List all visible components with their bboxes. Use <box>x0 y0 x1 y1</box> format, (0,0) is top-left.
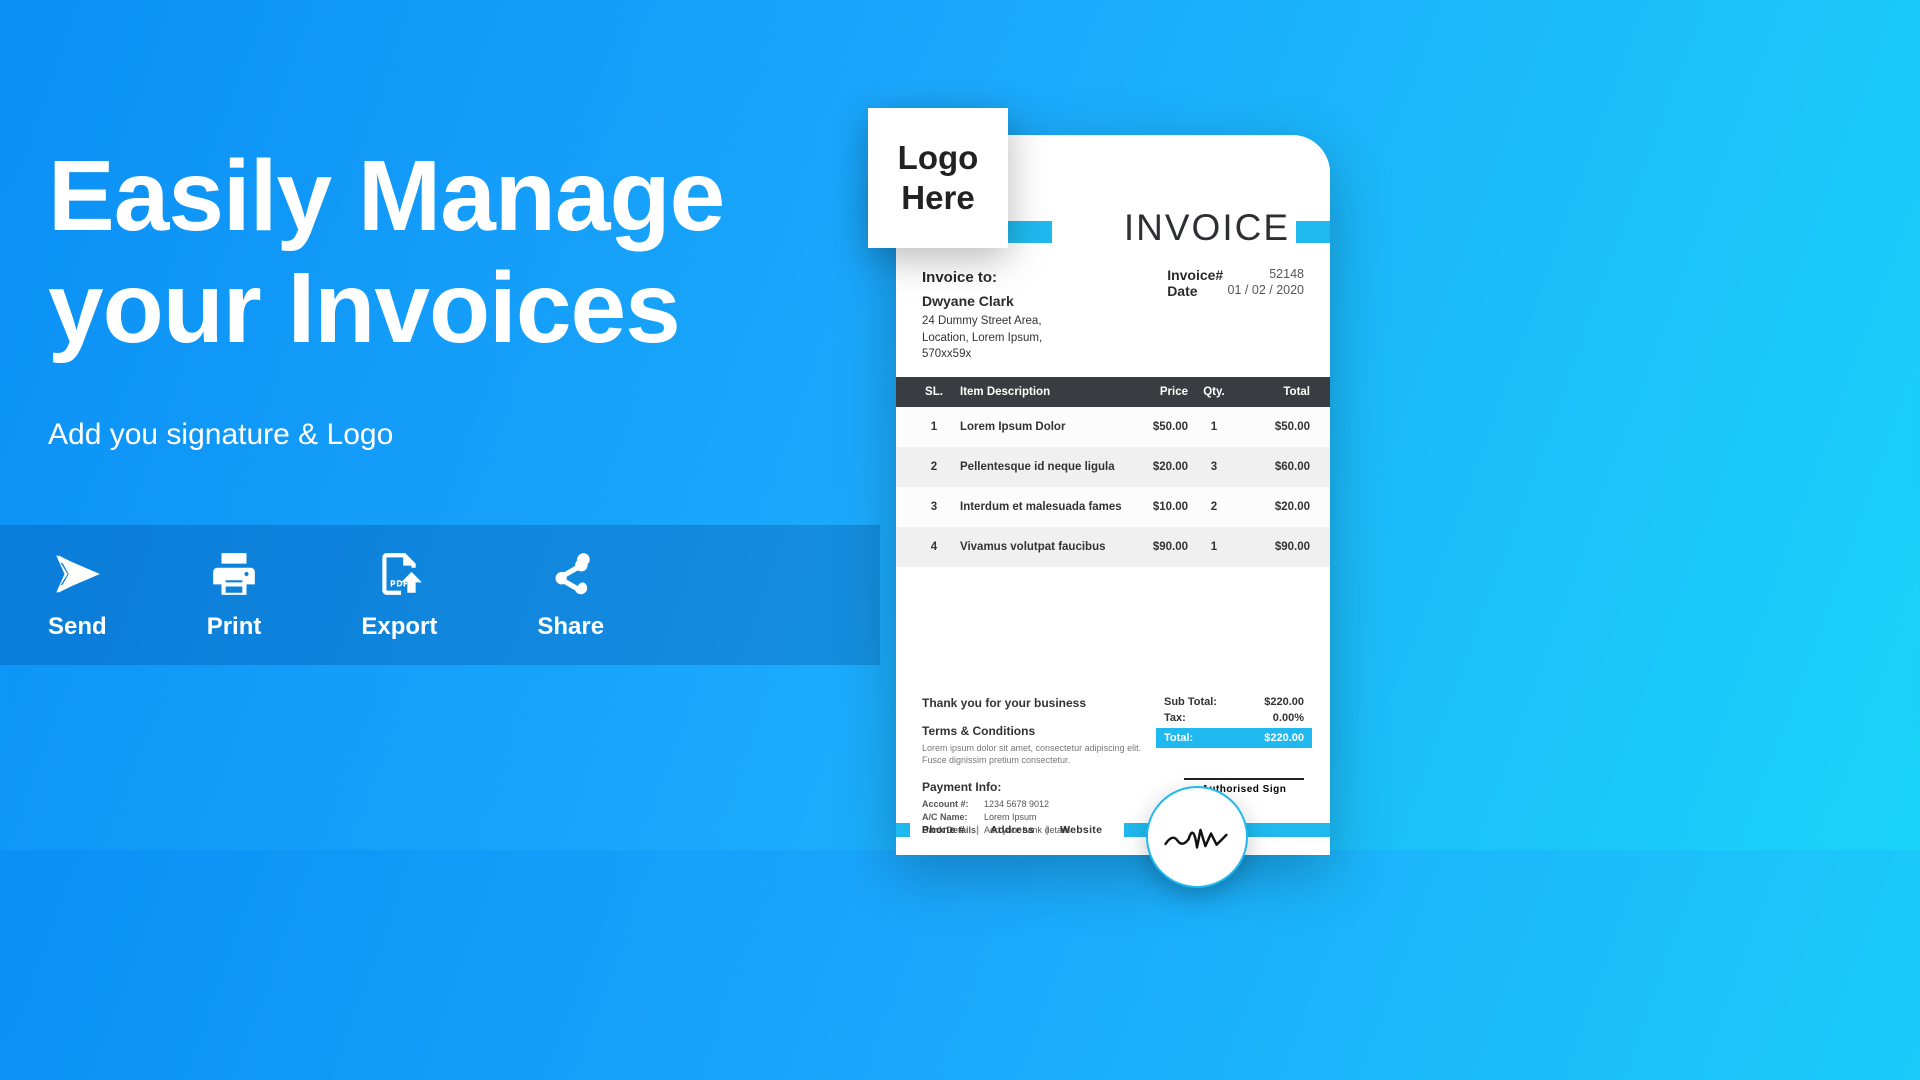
table-row: 1 Lorem Ipsum Dolor $50.00 1 $50.00 <box>896 407 1330 447</box>
share-label: Share <box>537 613 604 641</box>
signature-icon <box>1162 817 1232 857</box>
cell-qty: 1 <box>1188 541 1240 553</box>
headline-line-2: your Invoices <box>48 252 832 364</box>
cell-price: $10.00 <box>1124 501 1188 513</box>
invoice-bottom: Thank you for your business Terms & Cond… <box>896 682 1330 836</box>
signature-badge <box>1146 786 1248 888</box>
export-pdf-icon <box>374 549 424 599</box>
terms-text: Lorem ipsum dolor sit amet, consectetur … <box>922 742 1146 766</box>
footer-website: Website <box>1060 824 1102 836</box>
export-button[interactable]: Export <box>361 549 437 641</box>
payment-name-k: A/C Name: <box>922 811 984 824</box>
cell-sl: 1 <box>916 421 952 433</box>
cell-price: $50.00 <box>1124 421 1188 433</box>
cell-sl: 4 <box>916 541 952 553</box>
col-price: Price <box>1124 386 1188 398</box>
footer-address: Address <box>990 824 1034 836</box>
invoice-date-label: Date <box>1167 283 1197 299</box>
print-label: Print <box>207 613 262 641</box>
grand-total-bar: Total: $220.00 <box>1156 728 1312 748</box>
cell-desc: Interdum et malesuada fames <box>952 501 1124 513</box>
invoice-to-name: Dwyane Clark <box>922 291 1042 311</box>
share-button[interactable]: Share <box>537 549 604 641</box>
marketing-left-panel: Easily Manage your Invoices Add you sign… <box>0 0 880 452</box>
cell-price: $20.00 <box>1124 461 1188 473</box>
cell-qty: 1 <box>1188 421 1240 433</box>
footer-accent-left <box>896 823 910 837</box>
table-row: 3 Interdum et malesuada fames $10.00 2 $… <box>896 487 1330 527</box>
tax-label: Tax: <box>1164 712 1186 724</box>
cell-total: $90.00 <box>1240 541 1310 553</box>
header-accent-right <box>1296 221 1330 243</box>
invoice-number: 52148 <box>1269 267 1304 283</box>
cell-qty: 3 <box>1188 461 1240 473</box>
cell-qty: 2 <box>1188 501 1240 513</box>
bill-to-block: Invoice to: Dwyane Clark 24 Dummy Street… <box>922 267 1042 363</box>
col-total: Total <box>1240 386 1310 398</box>
cell-sl: 2 <box>916 461 952 473</box>
col-sl: SL. <box>916 386 952 398</box>
invoice-title: INVOICE <box>1124 207 1290 249</box>
thanks-text: Thank you for your business <box>922 696 1146 710</box>
invoice-footer: Phone # | Address | Website <box>896 823 1330 837</box>
total-value: $220.00 <box>1264 732 1304 744</box>
cell-total: $60.00 <box>1240 461 1310 473</box>
payment-account-v: 1234 5678 9012 <box>984 799 1049 809</box>
invoice-to-label: Invoice to: <box>922 267 1042 289</box>
footer-links: Phone # | Address | Website <box>910 824 1114 836</box>
logo-placeholder-card: Logo Here <box>868 108 1008 248</box>
subtotal-label: Sub Total: <box>1164 696 1217 708</box>
invoice-meta: Invoice to: Dwyane Clark 24 Dummy Street… <box>896 245 1330 377</box>
subtitle: Add you signature & Logo <box>48 418 832 452</box>
payment-name-v: Lorem Ipsum <box>984 812 1037 822</box>
invoice-ref-block: Invoice# 52148 Date 01 / 02 / 2020 <box>1167 267 1304 363</box>
subtotal-value: $220.00 <box>1264 696 1304 708</box>
invoice-date: 01 / 02 / 2020 <box>1228 283 1304 299</box>
total-label: Total: <box>1164 732 1193 744</box>
cell-total: $50.00 <box>1240 421 1310 433</box>
send-button[interactable]: Send <box>48 549 107 641</box>
send-label: Send <box>48 613 107 641</box>
cell-desc: Lorem Ipsum Dolor <box>952 421 1124 433</box>
invoice-bottom-left: Thank you for your business Terms & Cond… <box>922 696 1146 836</box>
col-qty: Qty. <box>1188 386 1240 398</box>
action-bar: Send Print Export Share <box>0 525 880 665</box>
invoice-to-addr1: 24 Dummy Street Area, <box>922 313 1042 330</box>
tax-value: 0.00% <box>1273 712 1304 724</box>
send-icon <box>52 549 102 599</box>
col-desc: Item Description <box>952 386 1124 398</box>
items-table-header: SL. Item Description Price Qty. Total <box>896 377 1330 407</box>
headline: Easily Manage your Invoices <box>48 140 832 364</box>
headline-line-1: Easily Manage <box>48 140 832 252</box>
logo-text-1: Logo <box>898 138 979 178</box>
payment-info-label: Payment Info: <box>922 780 1146 794</box>
table-row: 4 Vivamus volutpat faucibus $90.00 1 $90… <box>896 527 1330 567</box>
invoice-to-addr2: Location, Lorem Ipsum, <box>922 330 1042 347</box>
invoice-number-label: Invoice# <box>1167 267 1223 283</box>
printer-icon <box>209 549 259 599</box>
payment-account-k: Account #: <box>922 798 984 811</box>
footer-sep: | <box>1046 824 1049 836</box>
footer-phone: Phone # <box>922 824 965 836</box>
share-icon <box>546 549 596 599</box>
logo-text-2: Here <box>901 178 974 218</box>
cell-sl: 3 <box>916 501 952 513</box>
cell-desc: Pellentesque id neque ligula <box>952 461 1124 473</box>
invoice-to-addr3: 570xx59x <box>922 346 1042 363</box>
cell-total: $20.00 <box>1240 501 1310 513</box>
footer-sep: | <box>976 824 979 836</box>
export-label: Export <box>361 613 437 641</box>
print-button[interactable]: Print <box>207 549 262 641</box>
items-table-body: 1 Lorem Ipsum Dolor $50.00 1 $50.00 2 Pe… <box>896 407 1330 682</box>
cell-price: $90.00 <box>1124 541 1188 553</box>
cell-desc: Vivamus volutpat faucibus <box>952 541 1124 553</box>
terms-label: Terms & Conditions <box>922 724 1146 738</box>
table-row: 2 Pellentesque id neque ligula $20.00 3 … <box>896 447 1330 487</box>
